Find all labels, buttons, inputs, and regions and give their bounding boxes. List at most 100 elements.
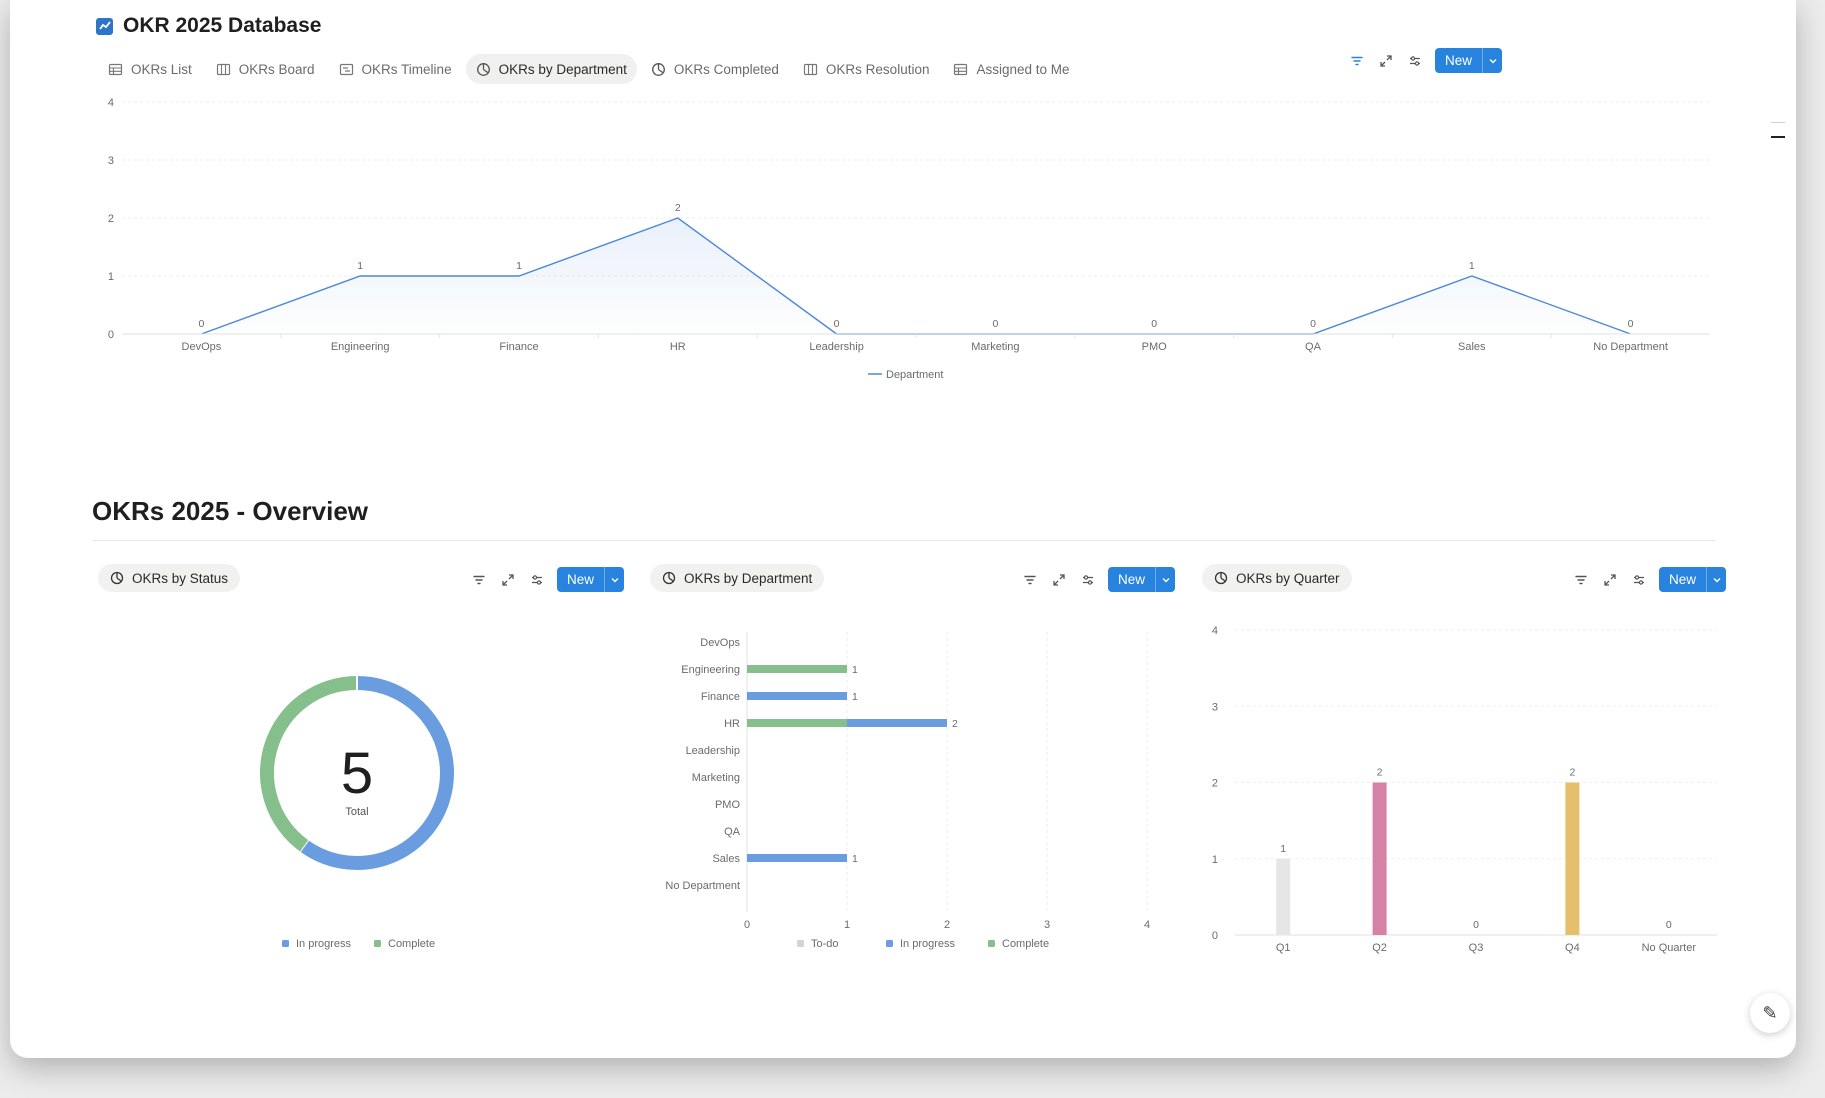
x-tick-label: Q3 (1469, 942, 1484, 954)
bar-q1 (1276, 858, 1291, 935)
y-tick-label: DevOps (700, 637, 740, 649)
chevron-down-icon[interactable] (604, 567, 624, 592)
legend-label: In progress (900, 938, 956, 950)
settings-sliders-icon[interactable] (1630, 571, 1647, 588)
x-tick-label: No Department (1593, 341, 1668, 353)
x-tick-label: 3 (1044, 919, 1050, 931)
data-label: 0 (198, 318, 204, 330)
timeline-icon (339, 62, 354, 77)
chart-icon (651, 62, 666, 77)
scroll-marker-active[interactable] (1771, 136, 1785, 138)
tab-label: OKRs Timeline (361, 61, 452, 77)
widget-tab-status-label: OKRs by Status (132, 570, 229, 586)
new-button[interactable]: New (1108, 567, 1176, 592)
expand-icon[interactable] (1601, 571, 1618, 588)
overview-title: OKRs 2025 - Overview (92, 496, 369, 526)
x-tick-label: 1 (844, 919, 850, 931)
y-tick-label: Finance (701, 691, 740, 703)
data-label: 2 (1377, 767, 1383, 779)
scroll-marker (1771, 122, 1785, 123)
app-window: OKR 2025 Database OKRs List OKRs Board OKR… (10, 0, 1796, 1058)
widget-tab-status[interactable]: OKRs by Status (98, 564, 241, 592)
y-tick-label: 2 (1212, 778, 1218, 790)
data-label: 1 (852, 853, 858, 865)
tab-assigned-to-me[interactable]: Assigned to Me (943, 54, 1079, 84)
filter-icon[interactable] (1572, 571, 1589, 588)
settings-sliders-icon[interactable] (1079, 571, 1096, 588)
x-tick-label: 2 (944, 919, 950, 931)
tab-okrs-timeline[interactable]: OKRs Timeline (329, 54, 462, 84)
tab-okrs-list[interactable]: OKRs List (98, 54, 202, 84)
filter-icon[interactable] (1021, 571, 1038, 588)
department-toolbar: New (1021, 567, 1176, 592)
x-tick-label: Engineering (331, 341, 390, 353)
y-tick-label: 1 (108, 271, 114, 283)
chevron-down-icon[interactable] (1155, 567, 1175, 592)
new-button[interactable]: New (557, 567, 625, 592)
new-button-label: New (567, 572, 595, 587)
y-tick-label: 4 (1212, 625, 1218, 637)
widget-tab-department[interactable]: OKRs by Department (650, 564, 825, 592)
y-tick-label: 4 (108, 97, 114, 109)
tab-okrs-resolution[interactable]: OKRs Resolution (793, 54, 940, 84)
expand-icon[interactable] (1377, 52, 1394, 69)
widget-tab-quarter-label: OKRs by Quarter (1236, 570, 1340, 586)
settings-sliders-icon[interactable] (528, 571, 545, 588)
x-tick-label: No Quarter (1642, 942, 1697, 954)
bar-complete (747, 719, 847, 727)
bar-in-progress (747, 854, 847, 862)
chart-icon (110, 571, 124, 585)
data-label: 1 (852, 691, 858, 703)
legend-swatch (282, 940, 289, 947)
y-tick-label: Sales (712, 853, 740, 865)
x-tick-label: Q4 (1565, 942, 1580, 954)
y-tick-label: 3 (108, 155, 114, 167)
quarter-toolbar: New (1572, 567, 1727, 592)
tab-label: Assigned to Me (976, 61, 1070, 77)
new-button[interactable]: New (1435, 48, 1503, 73)
expand-icon[interactable] (499, 571, 516, 588)
data-label: 2 (952, 718, 958, 730)
chevron-down-icon[interactable] (1706, 567, 1726, 592)
bar-in-progress (847, 719, 947, 727)
legend-label: To-do (811, 938, 839, 950)
new-button[interactable]: New (1659, 567, 1727, 592)
filter-icon[interactable] (1348, 52, 1365, 69)
new-button-label: New (1669, 572, 1697, 587)
expand-icon[interactable] (1050, 571, 1067, 588)
donut-chart-status: 5Total In progress Complete (260, 676, 454, 950)
chevron-down-icon[interactable] (1482, 48, 1502, 73)
donut-slice-in-progress (299, 676, 454, 870)
x-tick-label: 0 (744, 919, 750, 931)
legend-swatch (797, 940, 804, 947)
data-label: 1 (357, 260, 363, 272)
database-title-text: OKR 2025 Database (123, 14, 322, 37)
y-tick-label: QA (724, 826, 741, 838)
line-chart-department: 0 1 2 3 4 DevOps 0 Engineering 1 Finance 1 HR 2 Leade… (108, 97, 1710, 381)
tab-label: OKRs List (131, 61, 192, 77)
board-icon (216, 62, 231, 77)
settings-sliders-icon[interactable] (1406, 52, 1423, 69)
filter-icon[interactable] (470, 571, 487, 588)
tab-okrs-completed[interactable]: OKRs Completed (641, 54, 789, 84)
data-label: 0 (1473, 919, 1479, 931)
x-tick-label: Finance (499, 341, 538, 353)
table-icon (108, 62, 123, 77)
legend-label: Complete (1002, 938, 1049, 950)
new-button-label: New (1445, 53, 1473, 68)
tab-label: OKRs by Department (498, 61, 627, 77)
chart-icon (1214, 571, 1228, 585)
x-tick-label: Marketing (971, 341, 1019, 353)
data-label: 0 (1666, 919, 1672, 931)
tab-okrs-board[interactable]: OKRs Board (206, 54, 325, 84)
assistant-face-icon[interactable]: ✎ (1750, 993, 1790, 1033)
y-tick-label: Marketing (692, 772, 740, 784)
data-label: 1 (1280, 843, 1286, 855)
legend-label: In progress (296, 938, 352, 950)
x-tick-label: QA (1305, 341, 1322, 353)
tab-okrs-by-department[interactable]: OKRs by Department (465, 54, 637, 84)
data-label: 0 (1310, 318, 1316, 330)
tab-label: OKRs Completed (673, 61, 779, 77)
widget-tab-quarter[interactable]: OKRs by Quarter (1202, 564, 1352, 592)
bar-q4 (1565, 782, 1580, 935)
